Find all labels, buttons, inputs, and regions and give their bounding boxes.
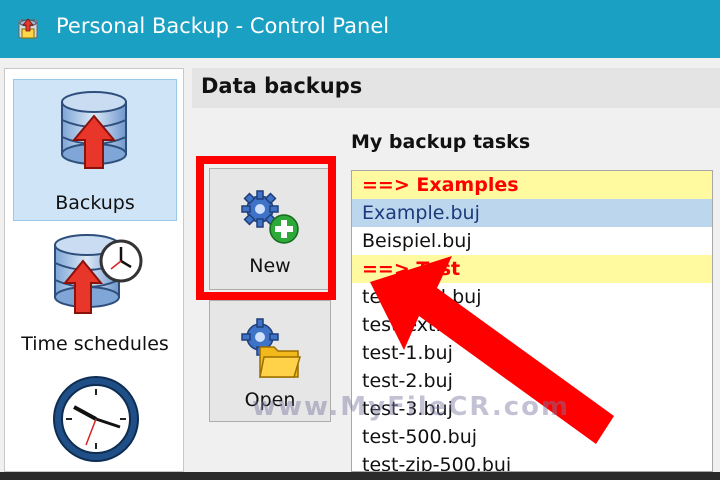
list-item[interactable]: test-3.buj: [352, 395, 712, 423]
sidebar-item-label: Backups: [55, 192, 135, 214]
open-button-label: Open: [244, 389, 296, 411]
section-header: Data backups: [192, 68, 720, 108]
list-item[interactable]: Example.buj: [352, 199, 712, 227]
new-button[interactable]: New: [209, 168, 331, 290]
list-item[interactable]: test-500.buj: [352, 423, 712, 451]
main-panel: Data backups My backup tasks New Open ==…: [192, 68, 720, 472]
new-button-label: New: [249, 255, 291, 277]
list-item[interactable]: Beispiel.buj: [352, 227, 712, 255]
sidebar-item-clock[interactable]: [13, 367, 177, 473]
clock-icon: [53, 376, 139, 462]
gear-plus-icon: [241, 190, 299, 244]
bottom-edge: [0, 472, 720, 480]
sidebar: Backups Time schedules: [4, 68, 184, 472]
sidebar-item-backups[interactable]: Backups: [13, 79, 177, 221]
sidebar-item-label: Time schedules: [21, 333, 169, 355]
list-item[interactable]: test-mail.buj: [352, 283, 712, 311]
window-title: Personal Backup - Control Panel: [56, 14, 390, 38]
list-group-header: ==> Examples: [352, 171, 712, 199]
section-title: Data backups: [201, 74, 363, 98]
list-item[interactable]: test-1.buj: [352, 339, 712, 367]
list-item[interactable]: test-zip-500.buj: [352, 451, 712, 471]
database-clock-icon: [54, 234, 143, 314]
sidebar-item-time-schedules[interactable]: Time schedules: [13, 227, 177, 361]
backup-task-list[interactable]: ==> Examples Example.buj Beispiel.buj ==…: [351, 170, 713, 472]
title-bar: Personal Backup - Control Panel: [0, 0, 720, 58]
backup-tasks-label: My backup tasks: [351, 131, 531, 153]
database-upload-icon: [61, 91, 127, 169]
app-icon: [18, 18, 38, 39]
gear-folder-icon: [241, 318, 302, 378]
list-item[interactable]: test-2.buj: [352, 367, 712, 395]
open-button[interactable]: Open: [209, 300, 331, 422]
list-item[interactable]: test-ext.buj: [352, 311, 712, 339]
list-group-header: ==> Test: [352, 255, 712, 283]
